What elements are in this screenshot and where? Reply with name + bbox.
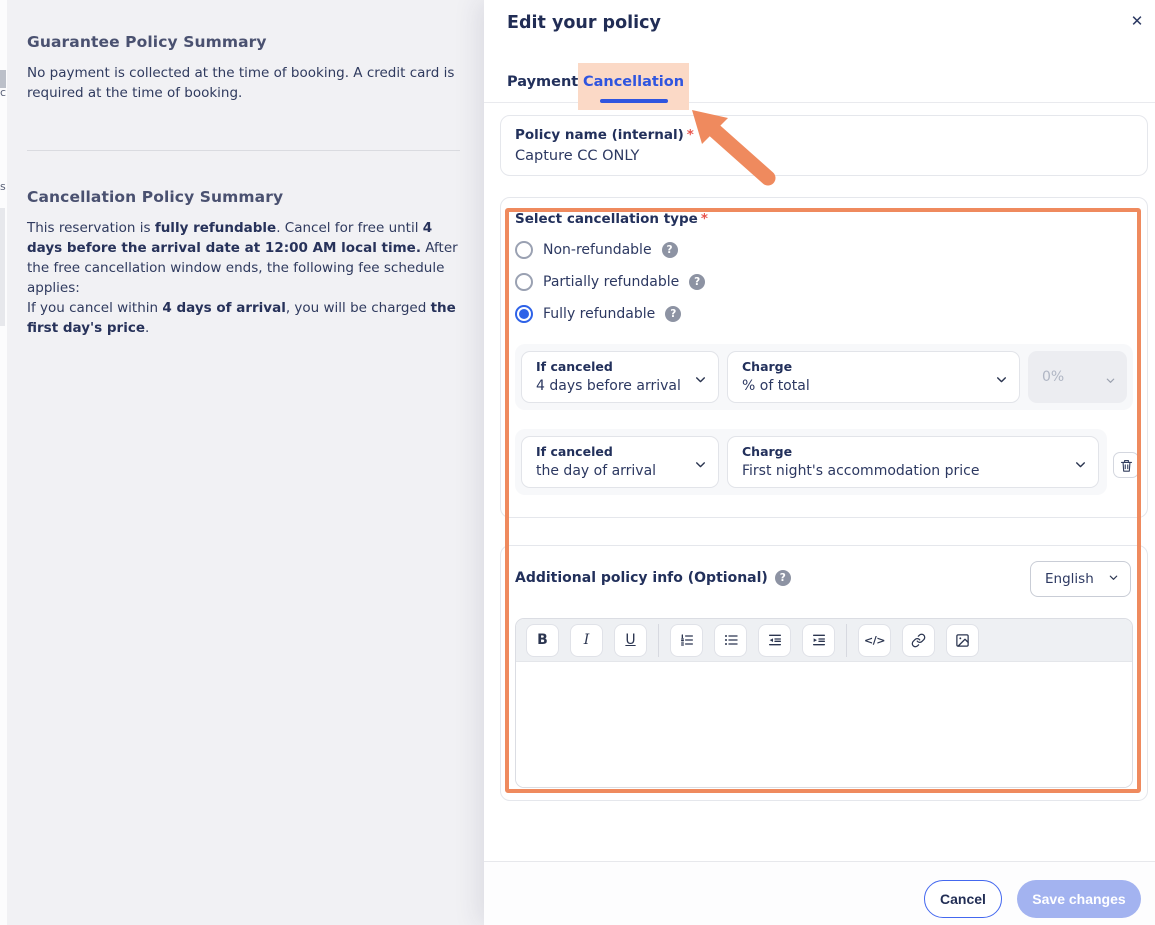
language-select[interactable]: English <box>1030 561 1131 597</box>
chevron-down-icon <box>995 371 1008 390</box>
link-button[interactable] <box>902 624 935 657</box>
toolbar-separator <box>658 624 659 657</box>
page-fragment <box>0 208 5 326</box>
radio-icon[interactable] <box>515 241 533 259</box>
required-asterisk: * <box>687 127 694 143</box>
tab-payment[interactable]: Payment <box>507 63 578 103</box>
cancellation-summary-body: This reservation is fully refundable. Ca… <box>27 219 460 339</box>
help-icon[interactable]: ? <box>775 570 791 586</box>
charge-select-2[interactable]: Charge First night's accommodation price <box>727 436 1099 488</box>
tab-cancellation[interactable]: Cancellation <box>578 63 689 103</box>
close-icon[interactable]: ✕ <box>1124 8 1150 34</box>
edit-policy-drawer: Edit your policy ✕ Payment Cancellation … <box>484 0 1155 925</box>
ordered-list-button[interactable] <box>670 624 703 657</box>
guarantee-summary-body: No payment is collected at the time of b… <box>27 64 460 104</box>
chevron-down-icon <box>694 456 707 475</box>
policy-name-label: Policy name (internal)* <box>515 127 1133 143</box>
policy-summary-panel: Guarantee Policy Summary No payment is c… <box>7 0 484 925</box>
help-icon[interactable]: ? <box>665 306 681 322</box>
page-fragment-text: c <box>0 86 6 99</box>
radio-icon[interactable] <box>515 273 533 291</box>
bullet-list-icon <box>723 632 739 648</box>
required-asterisk: * <box>701 211 708 227</box>
charge-select-1[interactable]: Charge % of total <box>727 351 1020 403</box>
image-icon <box>955 633 970 648</box>
indent-button[interactable] <box>802 624 835 657</box>
underline-button[interactable]: U <box>614 624 647 657</box>
help-icon[interactable]: ? <box>662 242 678 258</box>
cancellation-type-label: Select cancellation type* <box>515 211 1133 227</box>
cancel-button[interactable]: Cancel <box>924 880 1002 918</box>
save-changes-button[interactable]: Save changes <box>1017 880 1141 918</box>
rich-text-editor: B I U </> <box>515 618 1133 788</box>
if-canceled-select-2[interactable]: If canceled the day of arrival <box>521 436 719 488</box>
policy-name-value[interactable]: Capture CC ONLY <box>515 148 1133 164</box>
cancellation-rule-row-1: If canceled 4 days before arrival Charge… <box>515 344 1133 410</box>
bullet-list-button[interactable] <box>714 624 747 657</box>
summary-divider <box>27 150 460 151</box>
radio-option-partially-refundable[interactable]: Partially refundable ? <box>515 273 1133 291</box>
editor-textarea[interactable] <box>516 662 1132 788</box>
cancellation-summary-title: Cancellation Policy Summary <box>27 188 460 206</box>
language-value: English <box>1045 571 1094 587</box>
additional-info-card: Additional policy info (Optional) ? Engl… <box>500 545 1148 801</box>
active-tab-underline <box>600 99 668 103</box>
additional-info-label: Additional policy info (Optional) <box>515 570 768 586</box>
editor-toolbar: B I U </> <box>516 619 1132 662</box>
page-edge-strip: c s <box>0 0 7 925</box>
link-icon <box>911 633 926 648</box>
cancellation-rule-row-2: If canceled the day of arrival Charge Fi… <box>515 429 1107 495</box>
italic-button[interactable]: I <box>570 624 603 657</box>
drawer-footer: Cancel Save changes <box>484 861 1155 925</box>
bold-button[interactable]: B <box>526 624 559 657</box>
drawer-title: Edit your policy <box>507 13 661 33</box>
cancellation-type-card: Select cancellation type* Non-refundable… <box>500 197 1148 518</box>
tab-bar: Payment Cancellation <box>484 63 1155 103</box>
radio-option-fully-refundable[interactable]: Fully refundable ? <box>515 305 1133 323</box>
additional-info-label-row: Additional policy info (Optional) ? <box>515 570 791 586</box>
chevron-down-icon <box>1108 571 1119 587</box>
chevron-down-icon <box>694 371 707 390</box>
delete-rule-button[interactable] <box>1113 452 1139 478</box>
chevron-down-icon <box>1074 456 1087 475</box>
cancellation-summary-paragraph-2: If you cancel within 4 days of arrival, … <box>27 299 460 339</box>
outdent-icon <box>767 632 783 648</box>
trash-icon <box>1119 458 1134 473</box>
if-canceled-select-1[interactable]: If canceled 4 days before arrival <box>521 351 719 403</box>
outdent-button[interactable] <box>758 624 791 657</box>
code-button[interactable]: </> <box>858 624 891 657</box>
ordered-list-icon <box>679 632 695 648</box>
radio-option-non-refundable[interactable]: Non-refundable ? <box>515 241 1133 259</box>
indent-icon <box>811 632 827 648</box>
policy-name-field[interactable]: Policy name (internal)* Capture CC ONLY <box>500 115 1148 176</box>
page-fragment-text: s <box>0 180 6 193</box>
amount-select-disabled: 0% <box>1028 351 1127 403</box>
image-button[interactable] <box>946 624 979 657</box>
chevron-down-icon <box>1105 371 1116 390</box>
radio-icon-selected[interactable] <box>515 305 533 323</box>
cancellation-summary-paragraph-1: This reservation is fully refundable. Ca… <box>27 219 460 299</box>
guarantee-summary-title: Guarantee Policy Summary <box>27 33 460 51</box>
help-icon[interactable]: ? <box>689 274 705 290</box>
toolbar-separator <box>846 624 847 657</box>
